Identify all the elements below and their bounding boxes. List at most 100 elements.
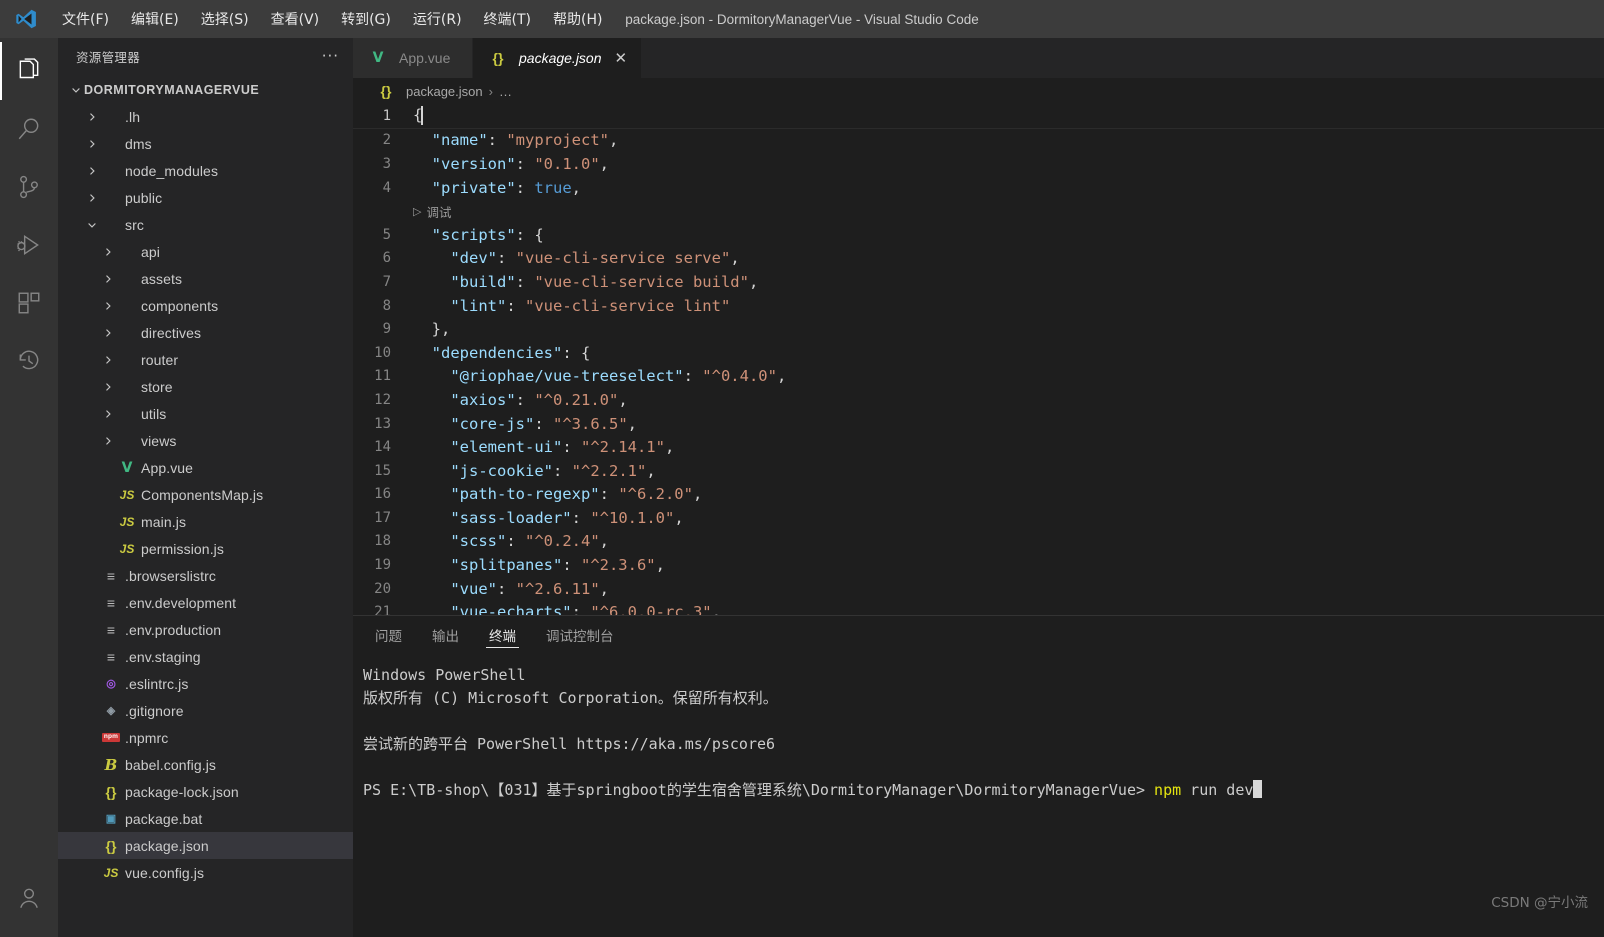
tree-file-item[interactable]: JS vue.config.js bbox=[58, 859, 353, 886]
line-number: 18 bbox=[374, 533, 391, 550]
chevron-right-icon[interactable] bbox=[100, 433, 116, 449]
tree-file-item[interactable]: JS ComponentsMap.js bbox=[58, 481, 353, 508]
activity-history-icon[interactable] bbox=[0, 332, 58, 390]
vue-file-icon: V bbox=[372, 50, 384, 66]
menu-file[interactable]: 文件(F) bbox=[52, 5, 119, 33]
line-number: 6 bbox=[382, 250, 391, 267]
tree-file-item[interactable]: ≡ .browserslistrc bbox=[58, 562, 353, 589]
menu-view[interactable]: 查看(V) bbox=[261, 5, 330, 33]
tree-file-item[interactable]: ≡ .env.staging bbox=[58, 643, 353, 670]
tab-app-vue[interactable]: V App.vue bbox=[353, 38, 473, 78]
code-editor[interactable]: 1{2 "name": "myproject", 3 "version": "0.… bbox=[353, 104, 1604, 615]
js-file-icon: JS bbox=[119, 541, 135, 556]
code-line-text: "sass-loader": "^10.1.0", bbox=[450, 508, 684, 527]
menu-edit[interactable]: 编辑(E) bbox=[121, 5, 189, 33]
chevron-right-icon[interactable] bbox=[100, 244, 116, 260]
terminal-output[interactable]: Windows PowerShell 版权所有 (C) Microsoft Cor… bbox=[353, 654, 1604, 937]
chevron-right-icon[interactable] bbox=[100, 271, 116, 287]
codelens-label[interactable]: 调试 bbox=[426, 202, 451, 221]
chevron-right-icon[interactable] bbox=[84, 163, 100, 179]
tree-folder-item[interactable]: public bbox=[58, 184, 353, 211]
panel-tab-problems[interactable]: 问题 bbox=[375, 616, 402, 654]
codelens-debug[interactable]: ▷ 调试 bbox=[353, 199, 1604, 223]
windows-bat-icon: ▣ bbox=[105, 813, 117, 825]
tree-file-item[interactable]: ◈ .gitignore bbox=[58, 697, 353, 724]
activity-run-debug-icon[interactable] bbox=[0, 216, 58, 274]
chevron-right-icon[interactable] bbox=[84, 190, 100, 206]
chevron-right-icon[interactable] bbox=[84, 109, 100, 125]
tree-folder-item[interactable]: router bbox=[58, 346, 353, 373]
menu-terminal[interactable]: 终端(T) bbox=[474, 5, 541, 33]
tree-file-item[interactable]: ≡ .env.development bbox=[58, 589, 353, 616]
chevron-right-icon[interactable] bbox=[100, 406, 116, 422]
code-line-text: "scripts": { bbox=[431, 225, 544, 244]
line-number: 8 bbox=[382, 297, 391, 314]
tree-item-label: .env.production bbox=[125, 621, 222, 638]
tab-package-json[interactable]: {} package.json ✕ bbox=[473, 38, 643, 78]
code-line-text: "element-ui": "^2.14.1", bbox=[450, 438, 675, 457]
tree-file-item[interactable]: ◎ .eslintrc.js bbox=[58, 670, 353, 697]
chevron-right-icon[interactable] bbox=[100, 379, 116, 395]
code-line: 5 "scripts": { bbox=[353, 223, 1604, 247]
tree-folder-item[interactable]: .lh bbox=[58, 103, 353, 130]
menu-selection[interactable]: 选择(S) bbox=[191, 5, 259, 33]
tree-folder-item[interactable]: store bbox=[58, 373, 353, 400]
panel-tab-debug-console[interactable]: 调试控制台 bbox=[546, 616, 614, 654]
tree-folder-item[interactable]: utils bbox=[58, 400, 353, 427]
tab-close-icon[interactable]: ✕ bbox=[615, 51, 628, 66]
activity-search-icon[interactable] bbox=[0, 100, 58, 158]
menu-run[interactable]: 运行(R) bbox=[403, 5, 472, 33]
tree-item-label: views bbox=[141, 432, 177, 449]
chevron-right-icon[interactable] bbox=[100, 352, 116, 368]
panel-tab-terminal[interactable]: 终端 bbox=[486, 616, 519, 654]
tree-file-item[interactable]: V App.vue bbox=[58, 454, 353, 481]
activity-source-control-icon[interactable] bbox=[0, 158, 58, 216]
panel-tab-output[interactable]: 输出 bbox=[432, 616, 459, 654]
tree-folder-item[interactable]: views bbox=[58, 427, 353, 454]
tree-folder-item[interactable]: node_modules bbox=[58, 157, 353, 184]
terminal-line: 版权所有 (C) Microsoft Corporation。保留所有权利。 bbox=[363, 689, 778, 707]
tree-file-item[interactable]: {} package-lock.json bbox=[58, 778, 353, 805]
tree-file-item[interactable]: npm .npmrc bbox=[58, 724, 353, 751]
chevron-right-icon[interactable] bbox=[100, 298, 116, 314]
tree-folder-item[interactable]: directives bbox=[58, 319, 353, 346]
tree-file-item[interactable]: {} package.json bbox=[58, 832, 353, 859]
tree-folder-item[interactable]: components bbox=[58, 292, 353, 319]
tree-root-folder[interactable]: DORMITORYMANAGERVUE bbox=[58, 76, 353, 103]
code-line-text: "axios": "^0.21.0", bbox=[450, 390, 628, 409]
menu-help[interactable]: 帮助(H) bbox=[543, 5, 612, 33]
activity-extensions-icon[interactable] bbox=[0, 274, 58, 332]
tree-file-item[interactable]: JS permission.js bbox=[58, 535, 353, 562]
activity-account-icon[interactable] bbox=[0, 869, 58, 927]
code-line-text: }, bbox=[413, 320, 451, 339]
watermark: CSDN @宁小流 bbox=[1491, 895, 1588, 911]
line-number: 7 bbox=[382, 273, 391, 290]
breadcrumb-trail[interactable]: … bbox=[499, 84, 512, 99]
chevron-down-icon[interactable] bbox=[84, 217, 100, 233]
tree-folder-item[interactable]: dms bbox=[58, 130, 353, 157]
tree-file-item[interactable]: ≡ .env.production bbox=[58, 616, 353, 643]
tree-folder-item[interactable]: api bbox=[58, 238, 353, 265]
chevron-right-icon[interactable] bbox=[100, 325, 116, 341]
breadcrumb-file[interactable]: package.json bbox=[406, 84, 483, 99]
play-triangle-icon[interactable]: ▷ bbox=[413, 205, 421, 218]
tree-file-item[interactable]: Bbabel.config.js bbox=[58, 751, 353, 778]
activity-explorer-icon[interactable] bbox=[0, 42, 58, 100]
tree-item-label: .gitignore bbox=[125, 702, 184, 719]
tree-item-label: dms bbox=[125, 135, 152, 152]
tree-folder-item[interactable]: assets bbox=[58, 265, 353, 292]
tree-file-item[interactable]: JS main.js bbox=[58, 508, 353, 535]
menu-go[interactable]: 转到(G) bbox=[331, 5, 401, 33]
explorer-more-actions-icon[interactable]: ··· bbox=[322, 47, 339, 65]
chevron-down-icon[interactable] bbox=[68, 82, 84, 98]
chevron-right-icon[interactable] bbox=[84, 136, 100, 152]
tree-folder-item[interactable]: src bbox=[58, 211, 353, 238]
tree-file-item[interactable]: ▣ package.bat bbox=[58, 805, 353, 832]
